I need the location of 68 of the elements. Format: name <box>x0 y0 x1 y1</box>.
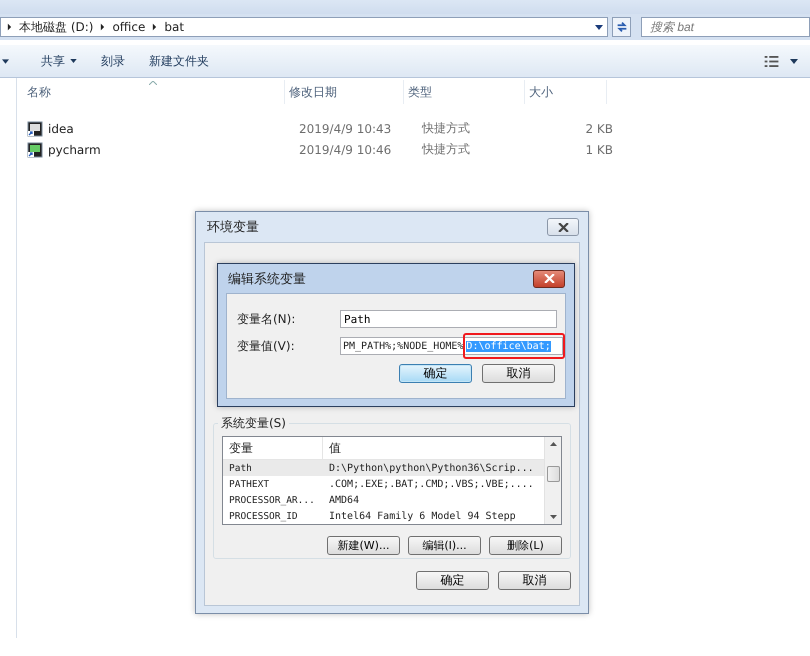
list-row[interactable]: PATHEXT .COM;.EXE;.BAT;.CMD;.VBS;.VBE;.... <box>223 476 544 492</box>
scroll-up-icon[interactable] <box>550 442 556 446</box>
column-header[interactable]: 类型 <box>404 80 525 104</box>
type-cell-text: 快捷方式 <box>420 141 471 158</box>
variable-name: PROCESSOR_AR... <box>228 494 316 506</box>
variable-name: PROCESSOR_ID <box>228 510 299 522</box>
variable-value: Intel64 Family 6 Model 94 Stepp <box>328 510 517 522</box>
size-cell-text: 1 KB <box>584 142 614 156</box>
field-label: 变量值(V): <box>237 338 296 354</box>
list-row[interactable]: Path D:\Python\python\Python36\Scrip... <box>223 460 544 476</box>
date-cell-text: 2019/4/9 10:43 <box>298 122 392 136</box>
shortcut-icon <box>27 120 43 136</box>
scroll-thumb[interactable] <box>546 466 560 482</box>
variable-list[interactable]: 变量 值 Path D:\Python\python\Python36\Scrip... PATHEXT .COM;.EXE;.BAT;.CMD;.VBS;.VBE;.... PROCESSOR_AR... AMD64 PROCESSOR_ID Intel64 Family 6 Model 94 Stepp <box>222 436 562 525</box>
window-title: 环境变量 <box>207 219 259 236</box>
refresh-icon <box>614 20 628 34</box>
field-label: 变量名(N): <box>237 310 296 328</box>
shortcut-icon <box>27 142 43 158</box>
close-button[interactable] <box>547 218 579 236</box>
variable-name: PATHEXT <box>228 478 270 490</box>
close-icon <box>544 274 554 283</box>
dialog-button[interactable]: 取消 <box>498 571 571 590</box>
size-cell-text: 2 KB <box>584 122 614 136</box>
group-label: 系统变量(S) <box>218 415 289 432</box>
scroll-down-icon[interactable] <box>550 515 556 519</box>
name-field[interactable]: Path <box>340 310 557 328</box>
column-header[interactable]: 变量 <box>223 437 323 459</box>
list-row[interactable]: PROCESSOR_ID Intel64 Family 6 Model 94 Stepp <box>223 508 544 524</box>
dropdown-icon[interactable] <box>595 24 603 30</box>
variable-value: .COM;.EXE;.BAT;.CMD;.VBS;.VBE;.... <box>328 478 535 490</box>
refresh-button[interactable] <box>612 17 631 37</box>
dialog-button[interactable]: 确定 <box>416 571 489 590</box>
dialog-button[interactable]: 取消 <box>482 364 555 383</box>
close-button[interactable] <box>533 270 565 288</box>
breadcrumb-item[interactable]: office <box>112 20 146 34</box>
variable-name: Path <box>228 462 253 474</box>
caret-icon[interactable] <box>790 58 798 64</box>
toolbar-button[interactable]: 刻录 <box>89 52 137 70</box>
breadcrumb-item[interactable]: 本地磁盘 (D:) <box>19 18 94 36</box>
close-icon <box>558 222 568 232</box>
dialog-button[interactable]: 删除(L) <box>489 536 562 555</box>
chevron-icon[interactable] <box>100 23 106 31</box>
dialog-button[interactable]: 编辑(I)... <box>408 536 481 555</box>
list-view-icon[interactable] <box>764 56 780 66</box>
list-row[interactable]: PROCESSOR_AR... AMD64 <box>223 492 544 508</box>
breadcrumb-item[interactable]: bat <box>164 20 184 34</box>
column-header[interactable]: 值 <box>323 437 544 459</box>
caret-icon[interactable] <box>2 58 9 64</box>
toolbar-button[interactable]: 共享 <box>29 52 89 70</box>
column-header[interactable]: 大小 <box>525 80 607 104</box>
scrollbar[interactable] <box>544 437 561 524</box>
search-field[interactable]: 搜索 bat <box>641 17 810 37</box>
dialog-button[interactable]: 确定 <box>399 364 472 383</box>
file-name[interactable]: idea <box>48 122 74 136</box>
file-name[interactable]: pycharm <box>48 142 101 156</box>
chevron-icon[interactable] <box>152 23 158 31</box>
type-cell-text: 快捷方式 <box>420 120 471 137</box>
value-field[interactable]: PM_PATH%;%NODE_HOME% D:\office\bat; <box>340 337 563 355</box>
column-header[interactable]: 名称 <box>17 80 285 104</box>
toolbar-button[interactable]: 新建文件夹 <box>137 52 221 70</box>
variable-value: AMD64 <box>328 494 360 506</box>
chevron-icon[interactable] <box>7 23 12 31</box>
dialog-button[interactable]: 新建(W)... <box>327 536 400 555</box>
variable-value: D:\Python\python\Python36\Scrip... <box>328 462 535 474</box>
window-title: 编辑系统变量 <box>228 270 306 288</box>
date-cell-text: 2019/4/9 10:46 <box>298 142 392 156</box>
column-header[interactable]: 修改日期 <box>285 80 404 104</box>
address-bar[interactable]: 本地磁盘 (D:) office bat <box>0 17 608 37</box>
